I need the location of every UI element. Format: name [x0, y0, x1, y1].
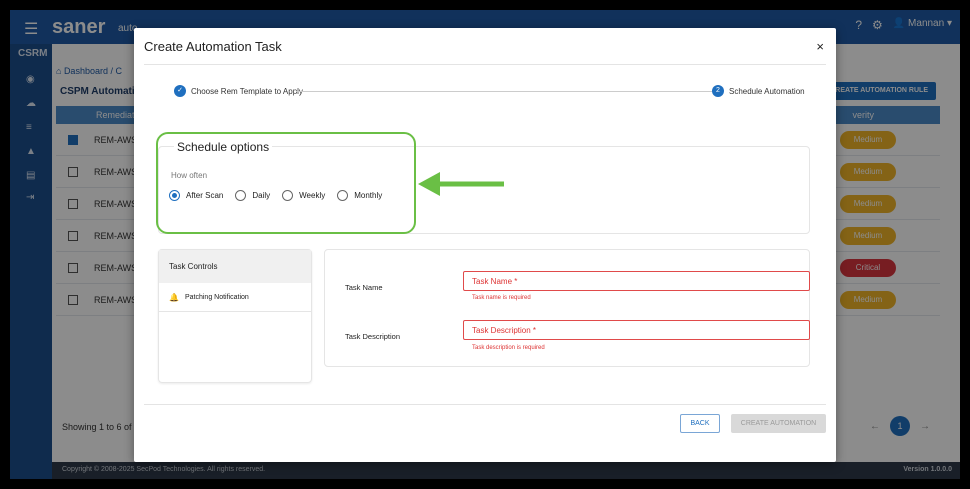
create-automation-task-modal: Create Automation Task × ✓ Choose Rem Te… [134, 28, 836, 462]
arrow-left-icon [418, 172, 504, 196]
radio-after-scan[interactable]: After Scan [169, 190, 223, 201]
task-control-patching-notification[interactable]: 🔔 Patching Notification [159, 283, 311, 312]
radio-label: Weekly [299, 191, 326, 200]
divider [144, 64, 826, 65]
step-choose-template[interactable]: ✓ Choose Rem Template to Apply [174, 85, 303, 97]
radio-label: Monthly [354, 191, 383, 200]
task-form: Task Name Task name is required Task Des… [324, 249, 810, 367]
step-label: Choose Rem Template to Apply [191, 86, 303, 96]
radio-unchecked-icon [337, 190, 349, 201]
task-control-label: Patching Notification [184, 293, 249, 301]
task-name-label: Task Name [345, 283, 383, 292]
radio-monthly[interactable]: Monthly [337, 190, 382, 201]
task-controls-heading: Task Controls [159, 250, 311, 283]
step-number: 2 [712, 85, 724, 97]
task-name-error: Task name is required [472, 295, 531, 301]
back-button[interactable]: BACK [680, 414, 720, 433]
radio-label: Daily [252, 191, 271, 200]
step-label: Schedule Automation [729, 86, 805, 96]
radio-weekly[interactable]: Weekly [282, 190, 325, 201]
schedule-options-title: Schedule options [174, 140, 273, 154]
task-name-input[interactable] [463, 271, 810, 291]
close-icon[interactable]: × [816, 39, 824, 54]
stepper-connector [296, 91, 714, 92]
radio-label: After Scan [186, 191, 224, 200]
modal-title: Create Automation Task [144, 39, 282, 54]
how-often-label: How often [171, 171, 208, 180]
screenshot-frame: ☰ saner auto ? ⚙ 👤 Mannan ▾ CSRM ◉ ☁ ≡ ▲… [10, 10, 960, 479]
divider [144, 404, 826, 405]
task-description-label: Task Description [345, 332, 401, 341]
bell-icon: 🔔 [169, 292, 179, 302]
create-automation-button[interactable]: CREATE AUTOMATION [731, 414, 826, 433]
radio-unchecked-icon [235, 190, 247, 201]
task-controls-panel: Task Controls 🔔 Patching Notification [158, 249, 312, 383]
task-description-input[interactable] [463, 320, 810, 340]
task-description-error: Task description is required [472, 345, 545, 351]
schedule-radio-group: After Scan Daily Weekly Monthly [169, 190, 382, 201]
radio-unchecked-icon [282, 190, 294, 201]
step-schedule-automation[interactable]: 2 Schedule Automation [712, 85, 805, 97]
radio-checked-icon [169, 190, 180, 201]
check-icon: ✓ [174, 85, 186, 97]
radio-daily[interactable]: Daily [235, 190, 270, 201]
